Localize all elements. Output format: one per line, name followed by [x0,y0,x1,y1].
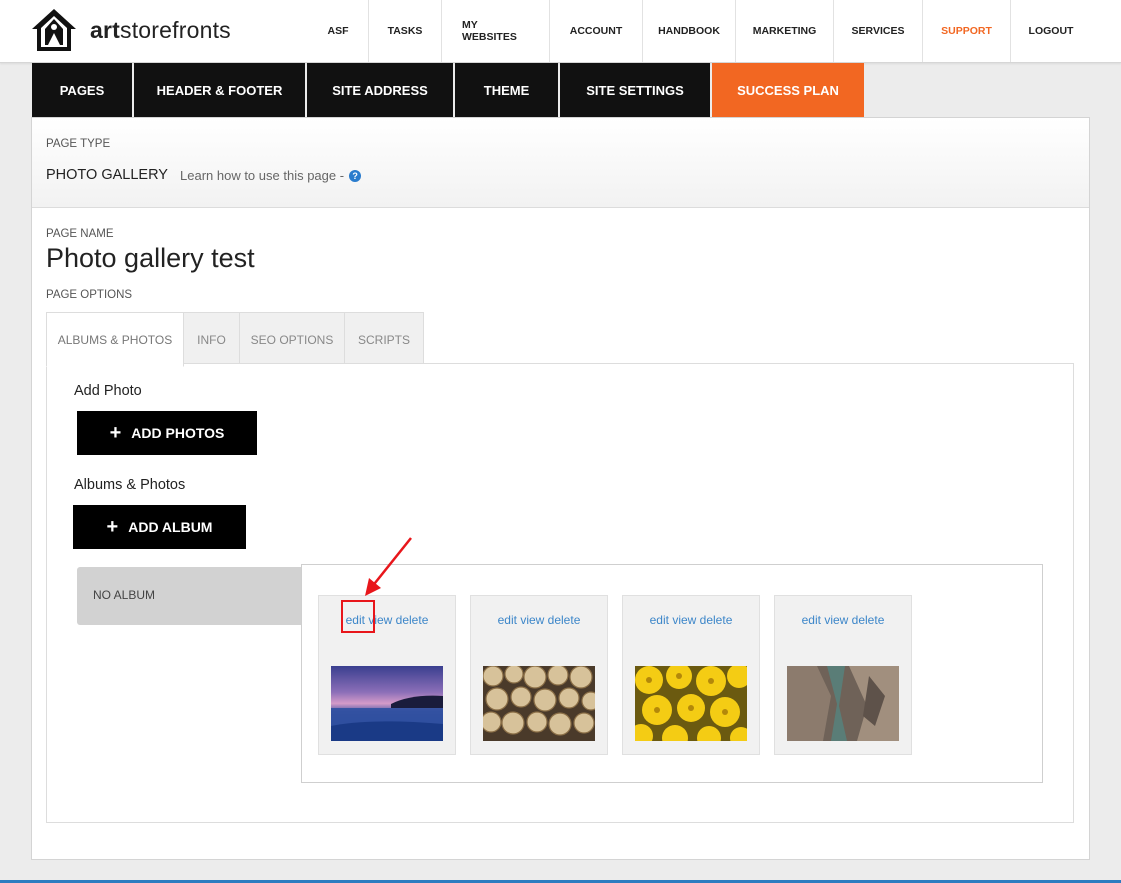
edit-link[interactable]: edit [802,613,821,627]
tab-albums-photos[interactable]: ALBUMS & PHOTOS [46,312,184,367]
nav-handbook[interactable]: HANDBOOK [642,0,735,62]
delete-link[interactable]: delete [548,613,581,627]
top-navbar: artstorefronts ASF TASKS MY WEBSITES ACC… [0,0,1121,63]
add-album-label: ADD ALBUM [128,519,213,535]
delete-link[interactable]: delete [852,613,885,627]
photo-thumbnail-firewood-logs[interactable] [483,666,595,741]
delete-link[interactable]: delete [396,613,429,627]
tab-site-settings[interactable]: SITE SETTINGS [560,63,710,117]
page-title: Photo gallery test [46,243,255,273]
albums-photos-content: Add Photo + ADD PHOTOS Albums & Photos +… [46,363,1074,823]
nav-account[interactable]: ACCOUNT [549,0,642,62]
photo-card: edit view delete [318,595,456,755]
add-album-button[interactable]: + ADD ALBUM [73,505,246,549]
page-type-value: PHOTO GALLERY [46,167,168,183]
annotation-arrow-icon [365,537,412,596]
tab-info[interactable]: INFO [184,312,240,367]
photo-thumbnail-sunset-lake[interactable] [331,666,443,741]
learn-link[interactable]: Learn how to use this page - ? [180,168,362,183]
no-album-item[interactable]: NO ALBUM [77,567,307,625]
help-icon[interactable]: ? [349,169,362,182]
tab-theme[interactable]: THEME [455,63,558,117]
nav-my-websites[interactable]: MY WEBSITES [441,0,549,62]
view-link[interactable]: view [824,613,848,627]
tab-scripts[interactable]: SCRIPTS [345,312,424,367]
photo-thumbnail-yellow-flowers[interactable] [635,666,747,741]
nav-marketing[interactable]: MARKETING [735,0,833,62]
tab-success-plan[interactable]: SUCCESS PLAN [712,63,864,117]
photo-actions: edit view delete [623,613,759,627]
page-options-label: PAGE OPTIONS [46,289,133,301]
nav-asf[interactable]: ASF [308,0,368,62]
edit-link[interactable]: edit [650,613,669,627]
learn-link-text: Learn how to use this page - [180,168,345,183]
brand-wordmark: artstorefronts [90,16,231,43]
section-tabs: PAGES HEADER & FOOTER SITE ADDRESS THEME… [32,63,866,117]
add-photos-button[interactable]: + ADD PHOTOS [77,411,257,455]
page-type-section: PAGE TYPE PHOTO GALLERY Learn how to use… [32,118,1089,208]
tab-header-footer[interactable]: HEADER & FOOTER [134,63,305,117]
tab-pages[interactable]: PAGES [32,63,132,117]
brand-logo[interactable]: artstorefronts [30,7,231,53]
house-logo-icon [32,9,76,51]
nav-services[interactable]: SERVICES [833,0,922,62]
photo-thumbnail-rock-canyon[interactable] [787,666,899,741]
delete-link[interactable]: delete [700,613,733,627]
view-link[interactable]: view [520,613,544,627]
plus-icon: + [109,422,122,444]
tab-seo-options[interactable]: SEO OPTIONS [240,312,345,367]
photo-actions: edit view delete [319,613,455,627]
view-link[interactable]: view [672,613,696,627]
photo-card: edit view delete [622,595,760,755]
main-nav: ASF TASKS MY WEBSITES ACCOUNT HANDBOOK M… [308,0,1091,62]
add-photo-heading: Add Photo [74,383,142,399]
nav-logout[interactable]: LOGOUT [1010,0,1091,62]
tab-site-address[interactable]: SITE ADDRESS [307,63,453,117]
photo-actions: edit view delete [471,613,607,627]
add-photos-label: ADD PHOTOS [131,425,225,441]
edit-link[interactable]: edit [498,613,517,627]
page-name-label: PAGE NAME [46,228,114,240]
page-editor-panel: PAGE TYPE PHOTO GALLERY Learn how to use… [31,117,1090,860]
page-type-label: PAGE TYPE [46,138,111,150]
edit-highlight-box [341,600,375,633]
albums-photos-heading: Albums & Photos [74,477,186,493]
photo-card: edit view delete [774,595,912,755]
plus-icon: + [106,516,119,538]
photo-actions: edit view delete [775,613,911,627]
page-options-tabs: ALBUMS & PHOTOS INFO SEO OPTIONS SCRIPTS [46,312,424,367]
nav-support[interactable]: SUPPORT [922,0,1010,62]
nav-tasks[interactable]: TASKS [368,0,441,62]
photo-card: edit view delete [470,595,608,755]
